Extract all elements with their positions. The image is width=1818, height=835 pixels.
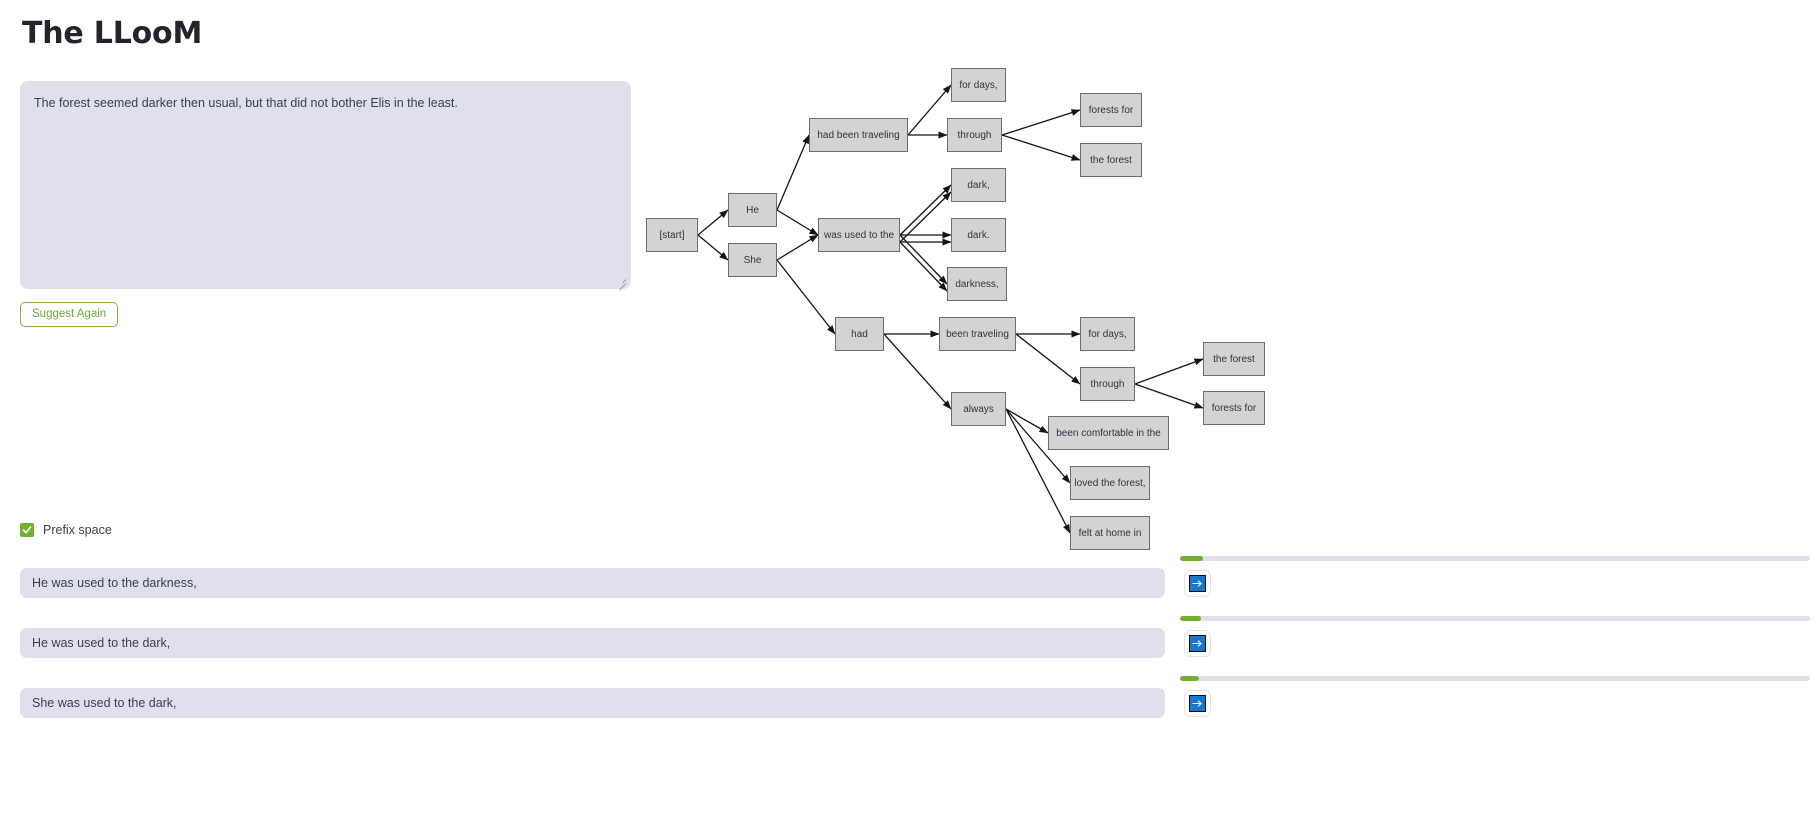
tree-node-been-traveling[interactable]: been traveling (939, 317, 1016, 351)
result-text-input[interactable] (20, 568, 1165, 598)
tree-edge (1134, 383, 1204, 409)
tree-node-label: forests for (1088, 104, 1134, 116)
tree-node-label: forests for (1211, 402, 1257, 414)
result-text-input[interactable] (20, 688, 1165, 718)
result-continue-button[interactable] (1184, 690, 1211, 717)
tree-node-was-used-to-the[interactable]: was used to the (818, 218, 900, 252)
lloom-app-window: The LLooM Suggest Again [start] He She had … (0, 0, 1818, 835)
tree-node-label: darkness, (955, 278, 999, 290)
tree-node-label: dark. (967, 229, 990, 241)
tree-node-she[interactable]: She (728, 243, 777, 277)
tree-node-through-1[interactable]: through (947, 118, 1002, 152)
tree-node-loved-the-forest[interactable]: loved the forest, (1070, 466, 1150, 500)
tree-edge (1134, 358, 1204, 385)
result-probability-bar (1180, 556, 1810, 561)
tree-edge (776, 134, 810, 211)
prefix-space-label: Prefix space (43, 523, 112, 537)
tree-edge (899, 184, 952, 236)
tree-node-through-2[interactable]: through (1080, 367, 1135, 401)
tree-node-label: [start] (659, 229, 685, 241)
tree-node-he[interactable]: He (728, 193, 777, 227)
check-icon (22, 526, 32, 534)
tree-edge (776, 259, 836, 335)
result-probability-fill (1180, 616, 1202, 621)
tree-node-had[interactable]: had (835, 317, 884, 351)
tree-node-start[interactable]: [start] (646, 218, 698, 252)
result-probability-bar (1180, 616, 1810, 621)
tree-node-label: the forest (1213, 353, 1255, 365)
tree-node-label: been comfortable in the (1056, 427, 1161, 439)
tree-node-label: She (743, 254, 762, 266)
prefix-space-checkbox[interactable] (20, 523, 34, 537)
result-probability-fill (1180, 556, 1203, 561)
tree-node-label: through (957, 129, 992, 141)
tree-node-label: always (963, 403, 994, 415)
tree-edge (899, 241, 948, 292)
tree-node-label: for days, (1088, 328, 1127, 340)
tree-node-label: dark, (967, 179, 990, 191)
tree-node-label: had been traveling (817, 129, 900, 141)
arrow-right-icon (1189, 575, 1206, 592)
tree-node-forests-for-2[interactable]: forests for (1203, 391, 1265, 425)
arrow-right-icon (1189, 635, 1206, 652)
tree-node-label: felt at home in (1078, 527, 1142, 539)
result-continue-button[interactable] (1184, 570, 1211, 597)
tree-edge (697, 234, 729, 261)
prefix-space-row: Prefix space (20, 523, 112, 537)
tree-node-label: loved the forest, (1074, 477, 1146, 489)
tree-node-label: had (851, 328, 868, 340)
result-continue-button[interactable] (1184, 630, 1211, 657)
tree-node-label: He (746, 204, 759, 216)
tree-node-label: through (1090, 378, 1125, 390)
tree-edge (776, 234, 819, 261)
tree-edge (1001, 134, 1081, 161)
suggest-again-button[interactable]: Suggest Again (20, 302, 119, 327)
prompt-container (20, 81, 631, 291)
tree-edge (907, 84, 952, 136)
tree-node-dark-comma[interactable]: dark, (951, 168, 1006, 202)
tree-edge (697, 209, 729, 236)
prompt-input[interactable] (20, 81, 631, 289)
tree-node-felt-at-home[interactable]: felt at home in (1070, 516, 1150, 550)
result-probability-bar (1180, 676, 1810, 681)
tree-node-always[interactable]: always (951, 392, 1006, 426)
tree-node-darkness[interactable]: darkness, (947, 267, 1007, 301)
tree-edge (776, 209, 819, 236)
tree-node-the-forest-1[interactable]: the forest (1080, 143, 1142, 177)
tree-node-forests-for-1[interactable]: forests for (1080, 93, 1142, 127)
tree-node-had-been-trav[interactable]: had been traveling (809, 118, 908, 152)
tree-node-label: been traveling (946, 328, 1009, 340)
arrow-right-icon (1189, 695, 1206, 712)
tree-node-been-comfortable[interactable]: been comfortable in the (1048, 416, 1169, 450)
tree-node-label: was used to the (823, 229, 895, 241)
tree-node-the-forest-2[interactable]: the forest (1203, 342, 1265, 376)
tree-node-label: the forest (1090, 154, 1132, 166)
token-tree-diagram: [start] He She had been traveling was used t… (640, 60, 1810, 550)
tree-edge (1001, 109, 1081, 136)
tree-node-for-days-1[interactable]: for days, (951, 68, 1006, 102)
page-title: The LLooM (22, 16, 203, 51)
result-text-input[interactable] (20, 628, 1165, 658)
tree-node-dark-period[interactable]: dark. (951, 218, 1006, 252)
tree-node-label: for days, (959, 79, 998, 91)
tree-edge (1015, 333, 1081, 385)
tree-node-for-days-2[interactable]: for days, (1080, 317, 1135, 351)
result-probability-fill (1180, 676, 1200, 681)
